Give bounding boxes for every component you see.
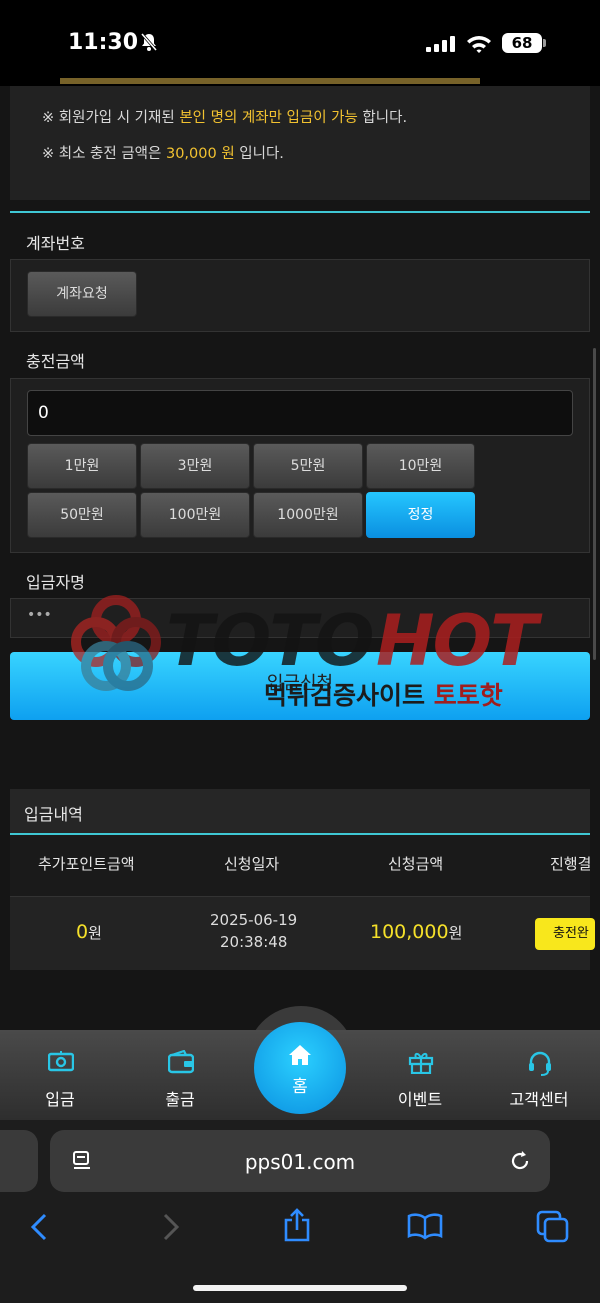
status-badge: 충전완	[535, 918, 595, 950]
tabs-icon[interactable]	[536, 1210, 570, 1248]
amount-correct-button[interactable]: 정정	[366, 492, 475, 538]
browser-chrome: pps01.com	[0, 1120, 600, 1303]
amount-10k-button[interactable]: 1만원	[27, 443, 137, 489]
currency-unit: 원	[88, 924, 102, 942]
depositor-name-value: •••	[27, 607, 52, 623]
column-request-amount: 신청금액	[388, 855, 444, 873]
notice-highlight: 본인 명의 계좌만 입금이 가능	[179, 110, 358, 126]
nav-support[interactable]: 고객센터	[489, 1030, 589, 1120]
nav-withdraw-label: 출금	[165, 1090, 195, 1109]
notice-line-1: ※ 회원가입 시 기재된 본인 명의 계좌만 입금이 가능 합니다.	[42, 106, 407, 127]
address-bar[interactable]: pps01.com	[50, 1130, 550, 1192]
request-amount-cell: 100,000원	[370, 921, 462, 943]
nav-deposit[interactable]: 입금	[10, 1030, 110, 1120]
back-icon[interactable]	[28, 1212, 52, 1246]
battery-indicator: 68	[502, 33, 542, 53]
column-request-date: 신청일자	[224, 855, 280, 873]
deposit-notice: ※ 회원가입 시 기재된 본인 명의 계좌만 입금이 가능 합니다. ※ 최소 …	[10, 78, 590, 200]
nav-event[interactable]: 이벤트	[370, 1030, 470, 1120]
nav-support-label: 고객센터	[509, 1090, 569, 1109]
request-amount-value: 100,000	[370, 921, 449, 943]
forward-icon[interactable]	[158, 1212, 182, 1246]
nav-deposit-label: 입금	[45, 1090, 75, 1109]
notice-text: 합니다.	[357, 110, 408, 126]
silent-bell-icon	[140, 32, 158, 56]
deposit-icon	[47, 1050, 75, 1078]
request-time: 20:38:48	[220, 933, 288, 951]
amount-1m-button[interactable]: 100만원	[140, 492, 250, 538]
charge-amount-input[interactable]: 0	[27, 390, 573, 436]
account-request-button[interactable]: 계좌요청	[27, 271, 137, 317]
column-status: 진행결	[550, 855, 592, 873]
history-header: 입금내역	[10, 789, 590, 835]
reload-icon[interactable]	[508, 1149, 532, 1177]
status-time: 11:30	[68, 30, 139, 55]
depositor-name-label: 입금자명	[26, 573, 85, 592]
wifi-icon	[466, 34, 492, 58]
deposit-history: 입금내역 추가포인트금액 신청일자 신청금액 진행결 0원 2025-06-19…	[10, 789, 595, 970]
section-divider	[10, 211, 590, 213]
cellular-signal-icon	[426, 36, 456, 56]
amount-30k-button[interactable]: 3만원	[140, 443, 250, 489]
request-date: 2025-06-19	[210, 911, 298, 929]
amount-500k-button[interactable]: 50만원	[27, 492, 137, 538]
scroll-indicator[interactable]	[593, 348, 596, 660]
notice-text: ※ 회원가입 시 기재된	[42, 110, 180, 126]
home-icon	[288, 1044, 312, 1070]
home-indicator[interactable]	[193, 1285, 407, 1291]
bookmarks-icon[interactable]	[407, 1212, 443, 1244]
url-text: pps01.com	[244, 1150, 356, 1174]
battery-tip	[543, 39, 546, 47]
notice-line-2: ※ 최소 충전 금액은 30,000 원 입니다.	[42, 142, 284, 163]
wallet-icon	[167, 1049, 195, 1078]
account-number-label: 계좌번호	[26, 234, 85, 253]
bonus-amount-cell: 0원	[76, 921, 102, 943]
nav-home-label: 홈	[292, 1077, 308, 1097]
table-row: 0원 2025-06-19 20:38:48 100,000원 충전완	[10, 896, 595, 970]
previous-tab-preview[interactable]	[0, 1130, 38, 1192]
nav-withdraw[interactable]: 출금	[130, 1030, 230, 1120]
cut-off-notice-line	[60, 78, 480, 92]
headset-icon	[527, 1050, 553, 1080]
column-bonus-amount: 추가포인트금액	[38, 855, 135, 873]
nav-event-label: 이벤트	[397, 1090, 443, 1109]
notice-highlight: 30,000 원	[165, 146, 235, 162]
charge-amount-label: 충전금액	[26, 352, 85, 371]
share-icon[interactable]	[282, 1208, 312, 1246]
amount-50k-button[interactable]: 5만원	[253, 443, 363, 489]
gift-icon	[408, 1050, 434, 1078]
bonus-amount-value: 0	[76, 921, 89, 943]
currency-unit: 원	[448, 924, 463, 942]
notice-text: 입니다.	[234, 146, 284, 162]
notice-text: ※ 최소 충전 금액은	[42, 146, 166, 162]
depositor-panel: •••	[10, 598, 590, 638]
deposit-request-button[interactable]: 입금신청	[10, 652, 590, 720]
amount-100k-button[interactable]: 10만원	[366, 443, 475, 489]
history-title: 입금내역	[24, 805, 83, 824]
amount-10m-button[interactable]: 1000만원	[253, 492, 363, 538]
status-bar: 11:30 68	[0, 0, 600, 86]
nav-home-button[interactable]: 홈	[254, 1022, 346, 1114]
